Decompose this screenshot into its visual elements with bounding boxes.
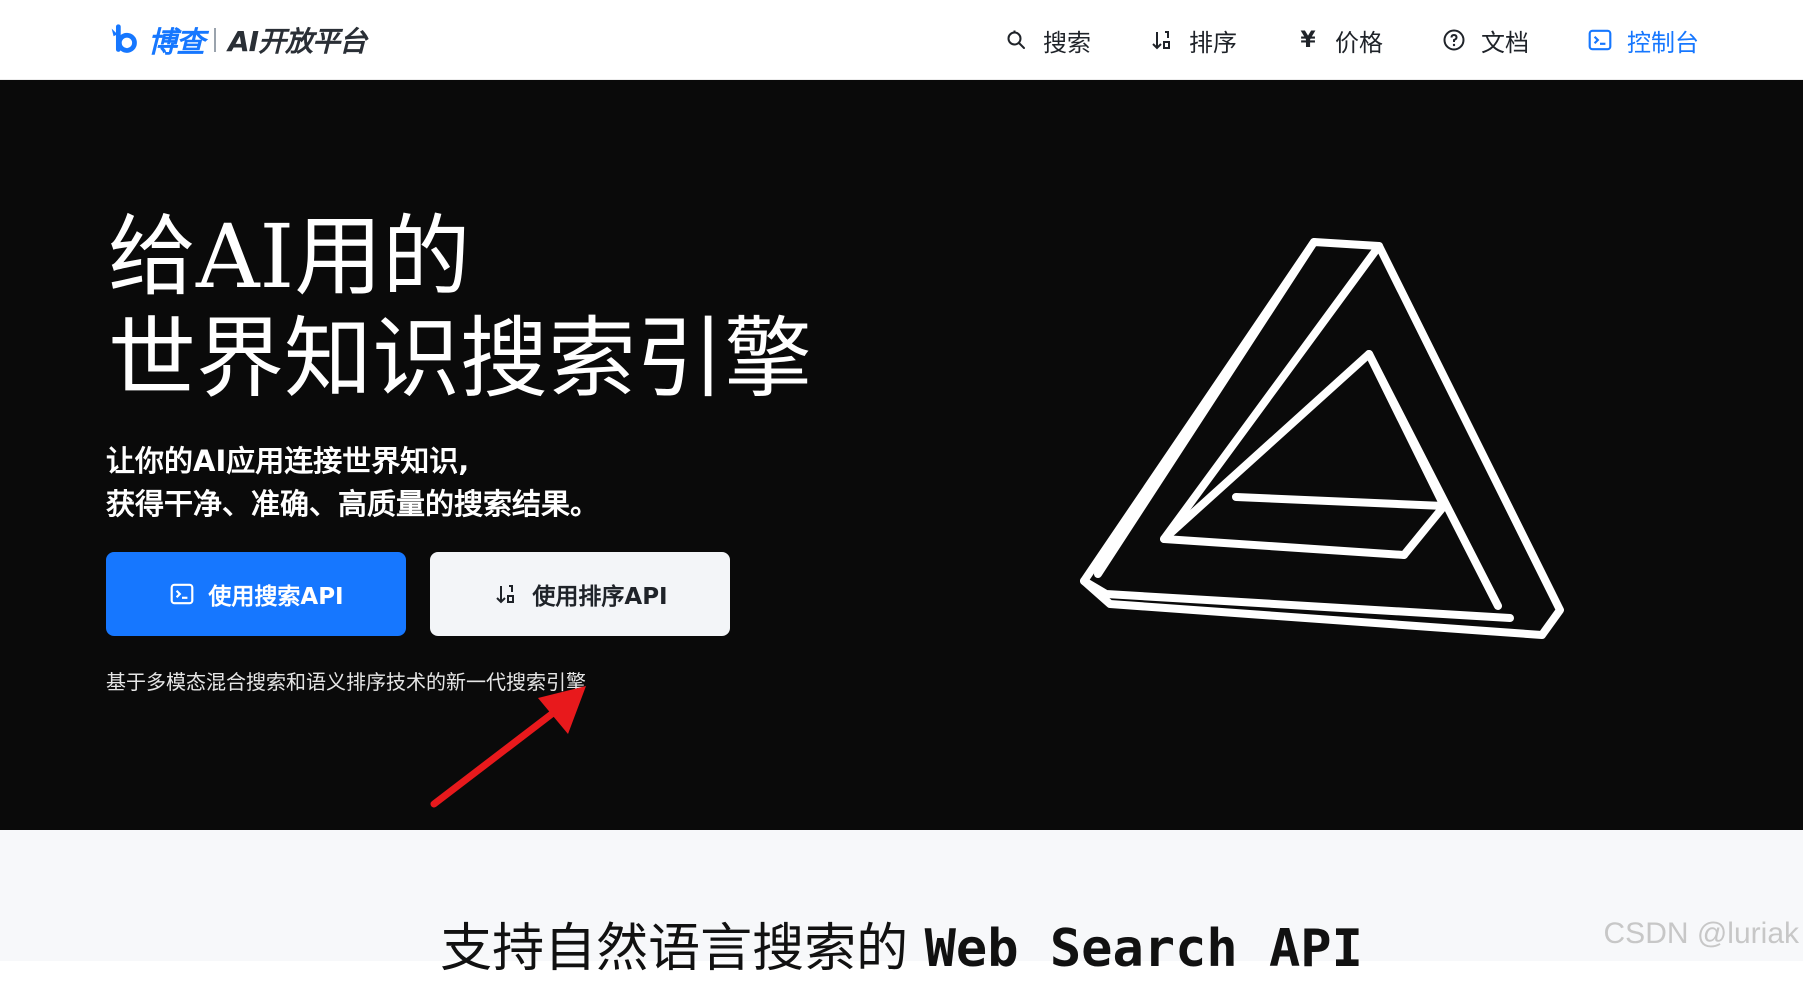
hero-title-line-1: 给AI用的 xyxy=(108,205,471,308)
nav-item-sort[interactable]: 排序 xyxy=(1149,23,1237,58)
web-search-api-section: 支持自然语言搜索的 Web Search API CSDN @luriak xyxy=(0,830,1803,979)
use-rerank-api-button[interactable]: 使用排序API xyxy=(430,552,730,636)
hero-subtitle-line-2: 获得干净、准确、高质量的搜索结果。 xyxy=(106,487,600,521)
search-icon xyxy=(1003,27,1029,53)
section-title-en: Web Search API xyxy=(924,919,1363,979)
penrose-triangle-illustration xyxy=(1080,238,1564,639)
hero-title: 给AI用的 世界知识搜索引擎 xyxy=(108,206,888,410)
nav-item-label: 文档 xyxy=(1481,28,1529,57)
nav-item-label: 搜索 xyxy=(1043,28,1091,57)
brand-name: 博查 xyxy=(148,25,205,59)
nav-item-docs[interactable]: 文档 xyxy=(1441,23,1529,58)
watermark: CSDN @luriak xyxy=(1603,917,1799,950)
brand-divider xyxy=(214,28,217,52)
top-navigation-bar: 博查 AI开放平台 搜索 排序 ¥ 价格 文档 控制台 xyxy=(0,0,1803,80)
nav-item-search[interactable]: 搜索 xyxy=(1003,23,1091,58)
console-icon xyxy=(168,580,196,608)
main-nav: 搜索 排序 ¥ 价格 文档 控制台 xyxy=(945,0,1699,80)
yen-icon: ¥ xyxy=(1300,27,1316,53)
sort-icon xyxy=(492,580,520,608)
help-circle-icon xyxy=(1441,27,1467,53)
console-icon xyxy=(1587,27,1613,53)
use-rerank-api-label: 使用排序API xyxy=(532,584,668,610)
hero-title-line-2: 世界知识搜索引擎 xyxy=(108,307,813,410)
section-title-cn: 支持自然语言搜索的 xyxy=(440,919,909,979)
annotation-arrow-icon xyxy=(430,686,586,808)
brand[interactable]: 博查 AI开放平台 xyxy=(106,18,367,62)
bocha-logo-icon xyxy=(111,24,137,53)
section-title: 支持自然语言搜索的 Web Search API xyxy=(0,906,1803,981)
sort-icon xyxy=(1149,27,1175,53)
use-search-api-button[interactable]: 使用搜索API xyxy=(106,552,406,636)
use-search-api-label: 使用搜索API xyxy=(208,584,344,610)
brand-subtitle: AI开放平台 xyxy=(228,25,367,58)
nav-item-label: 价格 xyxy=(1335,28,1383,57)
hero-subtitle-line-1: 让你的AI应用连接世界知识, xyxy=(106,444,470,478)
hero-section: 给AI用的 世界知识搜索引擎 让你的AI应用连接世界知识, 获得干净、准确、高质… xyxy=(0,80,1803,830)
nav-item-pricing[interactable]: ¥ 价格 xyxy=(1295,23,1383,58)
nav-item-console[interactable]: 控制台 xyxy=(1587,23,1699,58)
hero-subtitle: 让你的AI应用连接世界知识, 获得干净、准确、高质量的搜索结果。 xyxy=(106,440,599,526)
nav-item-label: 控制台 xyxy=(1627,28,1699,57)
nav-item-label: 排序 xyxy=(1189,28,1237,57)
